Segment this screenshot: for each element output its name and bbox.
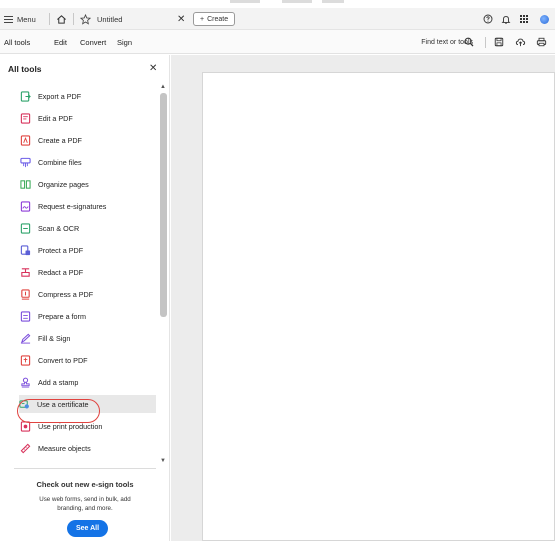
- hamburger-icon: [4, 15, 13, 23]
- tool-label: Fill & Sign: [38, 333, 71, 343]
- tool-label: Combine files: [38, 157, 82, 167]
- tool-compress-pdf[interactable]: Compress a PDF: [20, 285, 156, 303]
- tool-label: Convert to PDF: [38, 355, 88, 365]
- plus-icon: +: [200, 15, 205, 23]
- tool-label: Add a stamp: [38, 377, 79, 387]
- print-icon[interactable]: [533, 30, 549, 54]
- tool-create-pdf[interactable]: Create a PDF: [20, 131, 156, 149]
- tool-use-certificate[interactable]: Use a certificate: [19, 395, 156, 413]
- tool-label: Request e-signatures: [38, 201, 107, 211]
- title-bar: Menu Untitled ✕ + Create: [0, 8, 555, 30]
- scroll-thumb[interactable]: [160, 93, 167, 317]
- prepare-form-icon: [20, 310, 31, 322]
- tool-label: Use a certificate: [37, 399, 89, 409]
- tool-label: Create a PDF: [38, 135, 82, 145]
- close-tab-icon[interactable]: ✕: [177, 8, 185, 30]
- tool-label: Compress a PDF: [38, 289, 94, 299]
- tool-label: Edit a PDF: [38, 113, 73, 123]
- tool-fill-sign[interactable]: Fill & Sign: [20, 329, 156, 347]
- tool-prepare-form[interactable]: Prepare a form: [20, 307, 156, 325]
- menu-convert[interactable]: Convert: [80, 30, 106, 54]
- compress-pdf-icon: [21, 288, 30, 300]
- request-esignatures-icon: [20, 200, 31, 212]
- profile-avatar[interactable]: [533, 14, 555, 24]
- home-icon[interactable]: [56, 8, 67, 30]
- certificate-icon: [19, 399, 29, 408]
- close-panel-icon[interactable]: ✕: [149, 63, 157, 74]
- create-label: Create: [207, 15, 229, 23]
- menu-bar: All tools Edit Convert Sign Find text or…: [0, 30, 555, 54]
- tools-scrollbar[interactable]: ▲ ▼: [158, 84, 167, 467]
- menu-button[interactable]: Menu: [4, 8, 36, 30]
- scroll-down-arrow-icon[interactable]: ▼: [159, 458, 167, 464]
- apps-grid-icon[interactable]: [515, 15, 533, 23]
- tool-request-esignatures[interactable]: Request e-signatures: [20, 197, 156, 215]
- tool-measure-objects[interactable]: Measure objects: [20, 439, 156, 457]
- tool-print-production[interactable]: Use print production: [20, 417, 156, 435]
- menu-sign[interactable]: Sign: [117, 30, 132, 54]
- create-button[interactable]: + Create: [193, 12, 236, 26]
- tool-label: Organize pages: [38, 179, 89, 189]
- export-pdf-icon: [20, 90, 31, 102]
- title-bar-divider: [73, 13, 74, 25]
- tool-label: Use print production: [38, 421, 103, 431]
- tool-combine-files[interactable]: Combine files: [20, 153, 156, 171]
- menu-bar-divider: [485, 37, 486, 48]
- promo-divider: [14, 468, 156, 469]
- print-production-icon: [20, 420, 31, 432]
- cloud-upload-icon[interactable]: [512, 30, 528, 54]
- redact-pdf-icon: [21, 267, 30, 277]
- add-stamp-icon: [21, 377, 30, 388]
- combine-files-icon: [20, 157, 31, 167]
- protect-pdf-icon: [20, 244, 31, 255]
- create-pdf-icon: [20, 134, 31, 146]
- title-bar-actions: [479, 8, 555, 30]
- measure-objects-icon: [20, 443, 31, 453]
- organize-pages-icon: [20, 179, 31, 189]
- tool-label: Protect a PDF: [38, 245, 84, 255]
- help-icon[interactable]: [479, 14, 497, 24]
- top-strip: [0, 0, 555, 8]
- tool-label: Export a PDF: [38, 91, 82, 101]
- see-all-button[interactable]: See All: [67, 520, 108, 537]
- tool-label: Redact a PDF: [38, 267, 84, 277]
- tool-edit-pdf[interactable]: Edit a PDF: [20, 109, 156, 127]
- tool-export-pdf[interactable]: Export a PDF: [20, 87, 156, 105]
- tool-label: Measure objects: [38, 443, 91, 453]
- tool-redact-pdf[interactable]: Redact a PDF: [20, 263, 156, 281]
- panel-title: All tools: [8, 64, 42, 74]
- menu-label: Menu: [17, 14, 36, 24]
- save-icon[interactable]: [491, 30, 507, 54]
- fill-sign-icon: [20, 333, 31, 344]
- search-icon[interactable]: [461, 30, 477, 54]
- document-page[interactable]: [202, 72, 555, 541]
- tool-label: Prepare a form: [38, 311, 86, 321]
- bell-icon[interactable]: [497, 14, 515, 25]
- tool-organize-pages[interactable]: Organize pages: [20, 175, 156, 193]
- edit-pdf-icon: [20, 112, 31, 124]
- promo-title: Check out new e-sign tools: [36, 480, 134, 489]
- tool-protect-pdf[interactable]: Protect a PDF: [20, 241, 156, 259]
- all-tools-panel: All tools ✕ Export a PDF Edit a PDF Crea…: [0, 55, 170, 541]
- star-icon[interactable]: [80, 8, 91, 30]
- tool-convert-to-pdf[interactable]: Convert to PDF: [20, 351, 156, 369]
- tool-label: Scan & OCR: [38, 223, 80, 233]
- scan-ocr-icon: [20, 222, 31, 234]
- menu-edit[interactable]: Edit: [54, 30, 67, 54]
- scroll-up-arrow-icon[interactable]: ▲: [159, 84, 167, 90]
- menu-all-tools[interactable]: All tools: [4, 30, 30, 54]
- convert-to-pdf-icon: [20, 354, 31, 366]
- top-strip-segment: [322, 0, 344, 3]
- document-area: [171, 55, 555, 541]
- promo-text: Use web forms, send in bulk, add brandin…: [39, 496, 131, 512]
- document-tab-title[interactable]: Untitled: [97, 8, 122, 30]
- tool-scan-ocr[interactable]: Scan & OCR: [20, 219, 156, 237]
- top-strip-segment: [282, 0, 312, 3]
- tool-add-stamp[interactable]: Add a stamp: [20, 373, 156, 391]
- top-strip-segment: [230, 0, 260, 3]
- title-bar-divider: [49, 13, 50, 25]
